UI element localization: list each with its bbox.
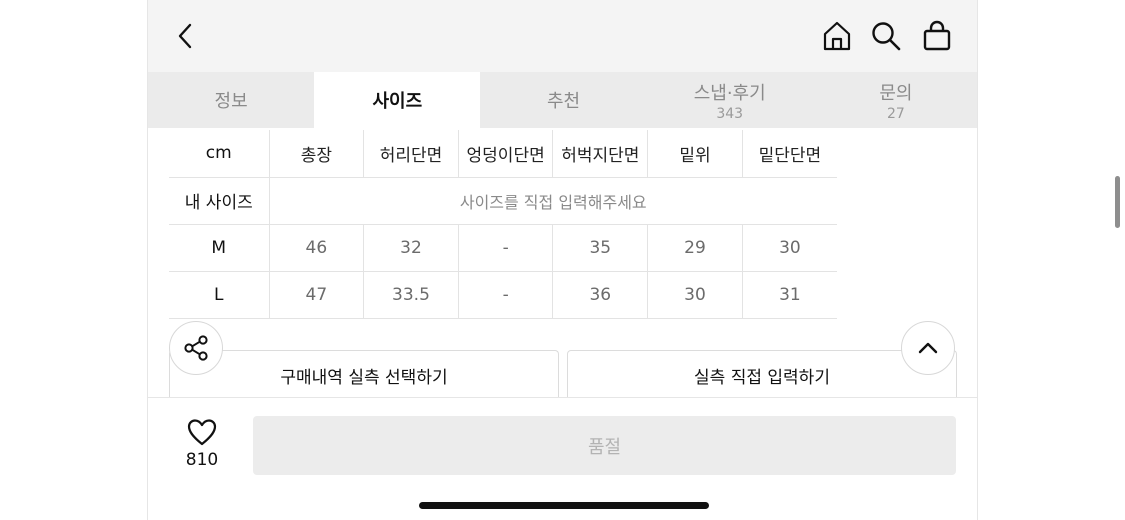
manual-size-input-button[interactable]: 실측 직접 입력하기 bbox=[567, 350, 957, 400]
table-cell: 29 bbox=[647, 224, 743, 272]
tab-snap-review[interactable]: 스냅·후기 343 bbox=[647, 72, 813, 128]
table-cell: 35 bbox=[552, 224, 649, 272]
size-label: M bbox=[169, 224, 270, 272]
table-cell: 46 bbox=[269, 224, 365, 272]
tab-info[interactable]: 정보 bbox=[148, 72, 314, 128]
column-header: 밑위 bbox=[647, 130, 743, 178]
size-table: cm 총장 허리단면 엉덩이단면 허벅지단면 밑위 밑단단면 내 사이즈 사이즈… bbox=[169, 130, 837, 319]
tab-label: 정보 bbox=[214, 91, 248, 112]
share-button[interactable] bbox=[169, 321, 223, 375]
my-size-row: 내 사이즈 사이즈를 직접 입력해주세요 bbox=[169, 177, 837, 225]
purchase-history-size-button[interactable]: 구매내역 실측 선택하기 bbox=[169, 350, 559, 400]
scrollbar[interactable] bbox=[1115, 176, 1120, 228]
shopping-bag-icon bbox=[923, 20, 951, 51]
back-button[interactable] bbox=[168, 18, 204, 54]
tab-count: 27 bbox=[887, 105, 905, 122]
chevron-up-icon bbox=[918, 342, 938, 354]
column-header: 총장 bbox=[269, 130, 365, 178]
search-button[interactable] bbox=[868, 18, 904, 54]
home-button[interactable] bbox=[819, 18, 855, 54]
like-button[interactable]: 810 bbox=[178, 418, 226, 470]
tab-inquiry[interactable]: 문의 27 bbox=[813, 72, 977, 128]
table-cell: 30 bbox=[742, 224, 837, 272]
unit-header: cm bbox=[169, 130, 270, 178]
chevron-left-icon bbox=[178, 23, 192, 49]
soldout-button: 품절 bbox=[253, 416, 956, 475]
tab-recommend[interactable]: 추천 bbox=[480, 72, 646, 128]
tab-count: 343 bbox=[716, 105, 744, 122]
button-label: 구매내역 실측 선택하기 bbox=[280, 368, 448, 388]
column-header: 허벅지단면 bbox=[552, 130, 649, 178]
column-header: 엉덩이단면 bbox=[458, 130, 554, 178]
tab-label: 추천 bbox=[546, 91, 581, 112]
size-label: L bbox=[169, 271, 270, 319]
like-count: 810 bbox=[185, 450, 219, 470]
app-screen: 정보 사이즈 추천 스냅·후기 343 문의 27 cm 총장 허리단면 엉덩이… bbox=[147, 0, 978, 520]
table-row: M 46 32 - 35 29 30 bbox=[169, 224, 837, 272]
table-cell: - bbox=[458, 271, 554, 319]
share-icon bbox=[184, 335, 208, 361]
table-cell: 47 bbox=[269, 271, 365, 319]
my-size-input[interactable]: 사이즈를 직접 입력해주세요 bbox=[269, 177, 837, 225]
column-header: 허리단면 bbox=[363, 130, 459, 178]
table-header-row: cm 총장 허리단면 엉덩이단면 허벅지단면 밑위 밑단단면 bbox=[169, 130, 837, 178]
table-cell: - bbox=[458, 224, 554, 272]
table-cell: 30 bbox=[647, 271, 743, 319]
search-icon bbox=[872, 22, 901, 51]
tab-label: 사이즈 bbox=[372, 91, 423, 112]
table-cell: 33.5 bbox=[363, 271, 459, 319]
table-row: L 47 33.5 - 36 30 31 bbox=[169, 271, 837, 319]
cart-button[interactable] bbox=[919, 18, 955, 54]
bottom-bar: 810 품절 bbox=[148, 397, 977, 520]
tab-size[interactable]: 사이즈 bbox=[314, 72, 481, 128]
scroll-to-top-button[interactable] bbox=[901, 321, 955, 375]
tab-bar: 정보 사이즈 추천 스냅·후기 343 문의 27 bbox=[148, 72, 977, 128]
table-cell: 36 bbox=[552, 271, 649, 319]
home-icon bbox=[823, 21, 851, 51]
column-header: 밑단단면 bbox=[742, 130, 837, 178]
tab-label: 스냅·후기 bbox=[693, 82, 766, 104]
table-cell: 32 bbox=[363, 224, 459, 272]
home-indicator bbox=[419, 502, 709, 509]
heart-icon bbox=[187, 419, 217, 446]
top-header bbox=[148, 0, 977, 72]
button-label: 품절 bbox=[587, 436, 622, 458]
my-size-label: 내 사이즈 bbox=[169, 177, 270, 225]
button-label: 실측 직접 입력하기 bbox=[694, 368, 830, 388]
tab-label: 문의 bbox=[879, 82, 913, 104]
table-cell: 31 bbox=[742, 271, 837, 319]
